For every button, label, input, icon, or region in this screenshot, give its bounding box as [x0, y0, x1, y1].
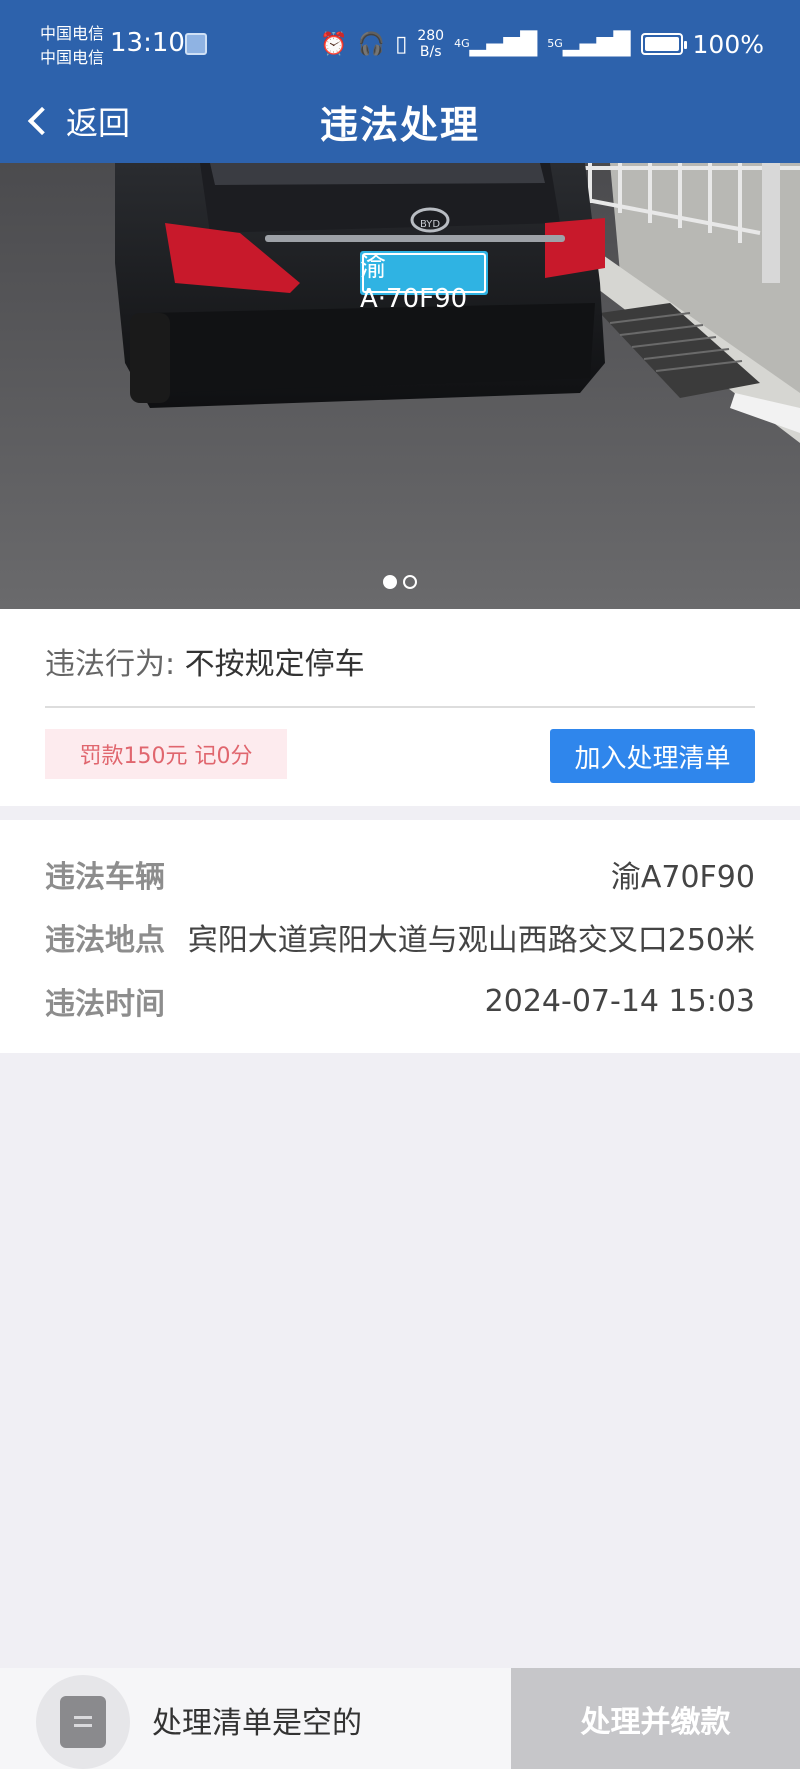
- carousel-dot-2[interactable]: [403, 575, 417, 589]
- status-time: 13:10: [110, 28, 185, 58]
- detail-value: 2024-07-14 15:03: [484, 983, 755, 1019]
- detail-value: 宾阳大道宾阳大道与观山西路交叉口250米: [187, 923, 755, 958]
- add-to-list-button[interactable]: 加入处理清单: [550, 729, 755, 783]
- status-icons: ⏰ 🎧 ▯ 280 B/s 4G ▂▄▆█ 5G ▂▄▆█ 100%: [320, 24, 764, 64]
- detail-row-vehicle: 违法车辆 渝A70F90: [45, 852, 755, 896]
- violation-behavior: 违法行为: 不按规定停车: [45, 639, 365, 683]
- net-speed-value: 280: [417, 28, 445, 44]
- violation-photo-carousel[interactable]: 渝A·70F90 BYD: [0, 163, 800, 609]
- license-plate-text: 渝A·70F90: [360, 252, 468, 314]
- signal-4g-icon: 4G ▂▄▆█: [454, 31, 538, 57]
- page-title: 违法处理: [319, 103, 480, 147]
- carrier-2: 中国电信: [40, 48, 105, 67]
- behavior-label: 违法行为:: [45, 647, 176, 682]
- violation-summary-card: 违法行为: 不按规定停车 罚款150元 记0分 加入处理清单: [0, 609, 800, 806]
- fine-badge: 罚款150元 记0分: [45, 729, 287, 779]
- brand-logo: BYD: [419, 219, 441, 230]
- net-speed: 280 B/s: [417, 28, 444, 60]
- net-speed-unit: B/s: [419, 44, 442, 60]
- signal-5g-icon: 5G ▂▄▆█: [547, 31, 631, 57]
- empty-list-text: 处理清单是空的: [152, 1706, 362, 1741]
- nav-bar: 返回 违法处理: [0, 80, 800, 163]
- detail-row-location: 违法地点 宾阳大道宾阳大道与观山西路交叉口250米: [45, 915, 755, 959]
- carousel-dot-1[interactable]: [383, 575, 397, 589]
- detail-key: 违法车辆: [45, 860, 165, 895]
- processing-list-button[interactable]: [36, 1675, 130, 1769]
- battery-percent: 100%: [692, 29, 764, 59]
- detail-row-time: 违法时间 2024-07-14 15:03: [45, 979, 755, 1023]
- bottom-bar: 处理清单是空的 处理并缴款: [0, 1668, 800, 1769]
- divider: [45, 706, 755, 708]
- battery-saver-icon: ▯: [395, 31, 408, 57]
- clipboard-icon: [60, 1696, 106, 1748]
- behavior-value: 不按规定停车: [184, 647, 365, 682]
- carrier-1: 中国电信: [40, 24, 105, 43]
- app-header: 中国电信 中国电信 13:10 ⏰ 🎧 ▯ 280 B/s 4G ▂▄▆█ 5G ▂…: [0, 0, 800, 163]
- carousel-indicators: [0, 575, 800, 589]
- detail-key: 违法地点: [45, 923, 165, 958]
- status-bar: 中国电信 中国电信 13:10 ⏰ 🎧 ▯ 280 B/s 4G ▂▄▆█ 5G ▂…: [0, 0, 800, 80]
- carrier-info: 中国电信 中国电信: [40, 22, 104, 70]
- battery-icon: [640, 33, 687, 55]
- detail-value: 渝A70F90: [610, 860, 755, 895]
- image-notification-icon: [185, 33, 207, 55]
- alarm-icon: ⏰: [320, 31, 348, 57]
- process-and-pay-button[interactable]: 处理并缴款: [511, 1668, 800, 1769]
- violation-photo: [0, 163, 800, 609]
- detail-key: 违法时间: [45, 987, 165, 1022]
- headphones-icon: 🎧: [357, 31, 386, 57]
